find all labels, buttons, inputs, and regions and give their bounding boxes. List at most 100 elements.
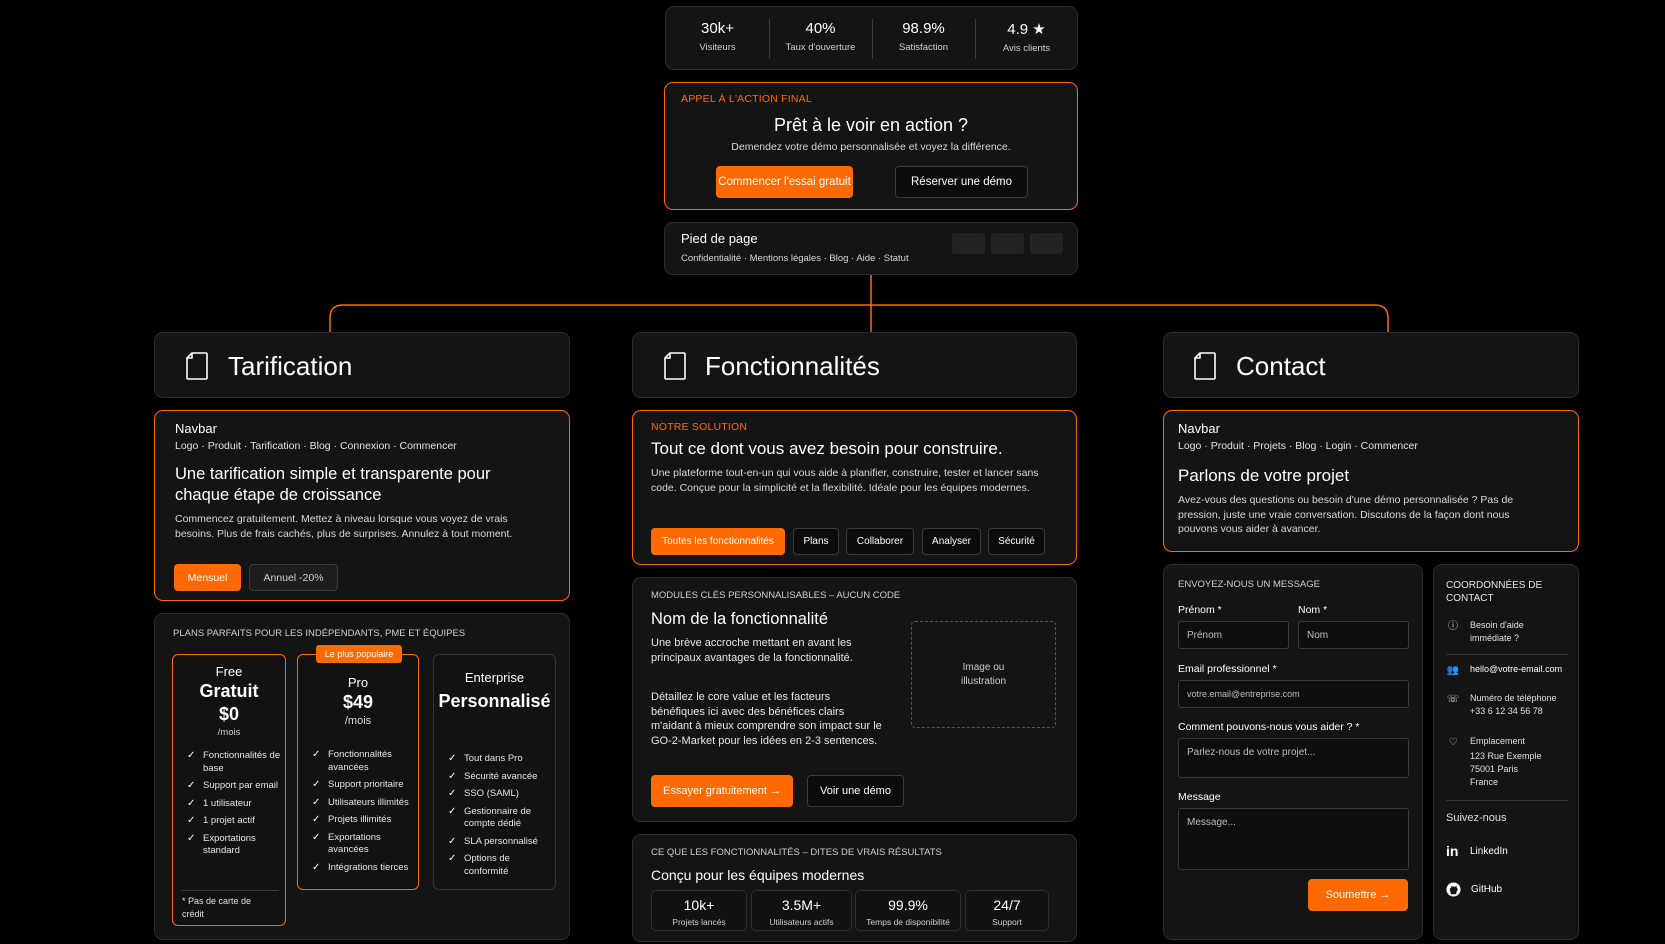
stats-card: 30k+ Visiteurs 40% Taux d'ouverture 98.9… bbox=[665, 6, 1078, 70]
stat-label: Satisfaction bbox=[898, 42, 949, 53]
module-title: Nom de la fonctionnalité bbox=[651, 610, 829, 628]
github-link[interactable]: GitHub bbox=[1446, 882, 1502, 897]
pricing-title: Une tarification simple et transparente … bbox=[175, 465, 491, 504]
cta-title: Prêt à le voir en action ? bbox=[773, 115, 969, 135]
start-trial-button[interactable]: Commencer l'essai gratuit bbox=[716, 166, 853, 198]
feature-item: ✓ Exportations standard bbox=[187, 832, 256, 857]
page-header-features: Fonctionnalités bbox=[632, 332, 1077, 398]
image-placeholder-label: Image ou illustration bbox=[960, 661, 1007, 687]
popular-badge: Le plus populaire bbox=[316, 645, 402, 663]
document-icon bbox=[1194, 352, 1216, 380]
tab-plans[interactable]: Plans bbox=[793, 528, 839, 555]
location-row: ♡ Emplacement 123 Rue Exemple 75001 Paris F… bbox=[1446, 735, 1542, 789]
help-label: Comment pouvons-nous vous aider ? * bbox=[1178, 721, 1360, 733]
help-input[interactable]: Parlez-nous de votre projet... bbox=[1178, 738, 1409, 778]
plan-price: $49 bbox=[342, 692, 374, 712]
feature-item: ✓ Utilisateurs illimités bbox=[312, 796, 409, 808]
feature-item: ✓ Intégrations tierces bbox=[312, 861, 409, 873]
feature-module-card: Modules clés personnalisables – aucun co… bbox=[632, 577, 1077, 822]
contact-form-card: Envoyez-nous un message Prénom * Nom * P… bbox=[1163, 564, 1423, 940]
view-demo-button[interactable]: Voir une démo bbox=[807, 775, 904, 807]
plan-name: Enterprise bbox=[464, 670, 525, 685]
feature-item: ✓ 1 projet actif bbox=[187, 815, 255, 826]
github-icon bbox=[1446, 882, 1461, 897]
plan-name: Free bbox=[215, 664, 243, 679]
stat-value: 30k+ bbox=[701, 20, 734, 37]
tab-collaborate[interactable]: Collaborer bbox=[846, 528, 914, 555]
feature-item: ✓ Tout dans Pro bbox=[448, 753, 523, 764]
email-input[interactable]: votre.email@entreprise.com bbox=[1178, 680, 1409, 708]
features-title: Tout ce dont vous avez besoin pour const… bbox=[651, 439, 1003, 458]
feature-item: ✓ SLA personnalisé bbox=[448, 835, 538, 847]
feature-item: ✓ Fonctionnalités de base bbox=[187, 750, 281, 774]
footer-label: Pied de page bbox=[681, 231, 758, 246]
feature-item: ✓ Sécurité avancée bbox=[448, 770, 538, 782]
phone-row: ☏ Numéro de téléphone +33 6 12 34 56 78 bbox=[1446, 693, 1557, 716]
result-value: 10k+ bbox=[683, 897, 715, 913]
image-placeholder: Image ou illustration bbox=[911, 621, 1056, 728]
feature-item: ✓ Projets illimités bbox=[312, 814, 392, 825]
stat-satisfaction: 98.9% Satisfaction bbox=[872, 20, 975, 53]
result-value: 99.9% bbox=[888, 897, 928, 913]
email-label: Email professionnel * bbox=[1178, 663, 1277, 675]
feature-item: ✓ SSO (SAML) bbox=[448, 788, 519, 799]
page-header-contact: Contact bbox=[1163, 332, 1579, 398]
plan-period: /mois bbox=[344, 715, 372, 727]
module-p1: Une brève accroche mettant en avant les … bbox=[651, 637, 853, 664]
tab-all-features[interactable]: Toutes les fonctionnalités bbox=[651, 528, 785, 555]
try-free-button[interactable]: Essayer gratuitement → bbox=[651, 775, 793, 807]
result-stat: 24/7 Support bbox=[965, 890, 1049, 931]
plan-features: ✓ Fonctionnalités de base ✓ Support par em… bbox=[187, 750, 283, 863]
plans-kicker: Plans parfaits pour les indépendants, PM… bbox=[173, 628, 466, 639]
heart-icon: ♡ bbox=[1448, 736, 1458, 748]
toggle-monthly-button[interactable]: Mensuel bbox=[174, 564, 241, 591]
feature-item: ✓ Exportations avancées bbox=[312, 831, 381, 856]
message-label: Message bbox=[1178, 791, 1221, 803]
cta-kicker: Appel à l'action final bbox=[681, 93, 812, 105]
follow-label: Suivez-nous bbox=[1446, 812, 1507, 824]
phone-icon: ☏ bbox=[1446, 693, 1460, 705]
module-kicker: Modules clés personnalisables – aucun co… bbox=[651, 590, 901, 601]
tab-security[interactable]: Sécurité bbox=[988, 528, 1045, 555]
linkedin-link[interactable]: in LinkedIn bbox=[1446, 843, 1508, 859]
contact-hero-card: Navbar Logo · Produit · Projets · Blog ·… bbox=[1163, 410, 1579, 552]
document-icon bbox=[664, 352, 686, 380]
cta-subtitle: Demendez votre démo personnalisée et voy… bbox=[731, 141, 1011, 153]
result-stat: 10k+ Projets lancés bbox=[651, 890, 747, 931]
results-title: Conçu pour les équipes modernes bbox=[651, 867, 865, 883]
result-label: Utilisateurs actifs bbox=[769, 917, 834, 927]
book-demo-button[interactable]: Réserver une démo bbox=[895, 166, 1028, 198]
email-row[interactable]: 👥 hello@votre-email.com bbox=[1446, 663, 1562, 677]
stat-label: Visiteurs bbox=[699, 42, 736, 53]
linkedin-icon: in bbox=[1446, 843, 1459, 859]
first-name-label: Prénom * bbox=[1178, 604, 1222, 616]
result-label: Projets lancés bbox=[672, 917, 726, 927]
submit-button[interactable]: Soumettre → bbox=[1308, 879, 1408, 911]
feature-item: ✓ Support par email bbox=[187, 780, 278, 791]
toggle-annual-button[interactable]: Annuel -20% bbox=[249, 564, 338, 591]
last-name-input[interactable]: Nom bbox=[1298, 621, 1409, 649]
navbar-label: Navbar bbox=[175, 421, 217, 436]
plan-tier: Gratuit bbox=[199, 681, 259, 701]
plan-price: $0 bbox=[218, 704, 240, 724]
tab-analyze[interactable]: Analyser bbox=[922, 528, 981, 555]
form-kicker: Envoyez-nous un message bbox=[1178, 579, 1320, 590]
message-textarea[interactable]: Message... bbox=[1178, 808, 1409, 870]
stat-reviews: 4.9 ★ Avis clients bbox=[975, 20, 1078, 54]
plan-pro: Le plus populaire Pro $49 /mois ✓ Fonctio… bbox=[297, 645, 419, 890]
contact-title: Parlons de votre projet bbox=[1178, 466, 1350, 485]
features-kicker: Notre solution bbox=[651, 421, 748, 433]
result-value: 3.5M+ bbox=[781, 897, 822, 913]
feature-item: ✓ Options de conformité bbox=[448, 853, 510, 877]
results-kicker: Ce que les fonctionnalités – dites de vr… bbox=[651, 847, 942, 858]
stat-value: 98.9% bbox=[902, 20, 945, 37]
social-placeholder-1 bbox=[952, 233, 985, 254]
plan-name: Pro bbox=[347, 675, 369, 690]
result-stat: 3.5M+ Utilisateurs actifs bbox=[751, 890, 852, 931]
footer-links: Confidentialité · Mentions légales · Blo… bbox=[681, 253, 909, 264]
first-name-input[interactable]: Prénom bbox=[1178, 621, 1289, 649]
footer-card: Pied de page Confidentialité · Mentions … bbox=[664, 222, 1078, 275]
cta-card: Appel à l'action final Prêt à le voir en… bbox=[664, 82, 1078, 210]
plan-period: /mois bbox=[217, 727, 241, 738]
plans-card: Plans parfaits pour les indépendants, PM… bbox=[154, 613, 570, 940]
